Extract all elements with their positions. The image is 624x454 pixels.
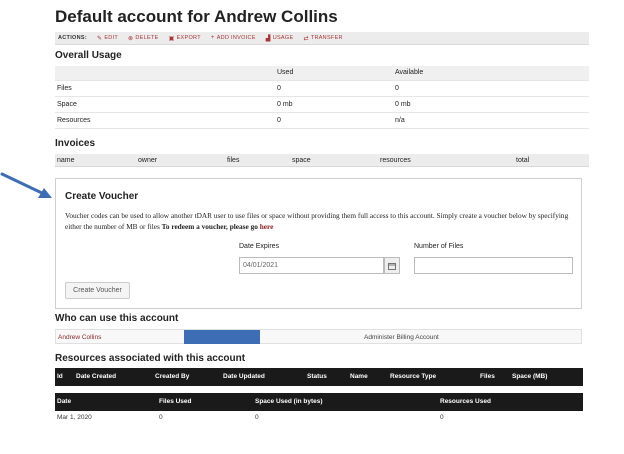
voucher-description: Voucher codes can be used to allow anoth… xyxy=(65,211,569,231)
create-voucher-panel: Create Voucher Voucher codes can be used… xyxy=(55,178,582,309)
account-user-name[interactable]: Andrew Collins xyxy=(58,334,101,341)
column-header: Created By xyxy=(155,373,190,380)
account-user-role: Administer Billing Account xyxy=(364,334,439,341)
actions-bar: ACTIONS: ✎ EDIT ⊗ DELETE ▣ EXPORT + ADD INVO… xyxy=(55,32,589,45)
column-header: Name xyxy=(350,373,368,380)
date-expires-input[interactable]: 04/01/2021 xyxy=(239,257,384,274)
account-user-row: Andrew Collins Administer Billing Accoun… xyxy=(55,329,582,344)
page-title: Default account for Andrew Collins xyxy=(55,7,338,26)
delete-icon: ⊗ xyxy=(128,35,134,42)
table-row: Mar 1, 2020 0 0 0 xyxy=(57,414,444,421)
table-row: Space 0 mb 0 mb xyxy=(55,96,589,112)
chart-icon: ▟ xyxy=(265,35,271,42)
overall-usage-table: Used Available Files 0 0 Space 0 mb 0 mb… xyxy=(55,66,589,129)
calendar-button[interactable] xyxy=(384,257,400,274)
table-row: Resources 0 n/a xyxy=(55,112,589,128)
column-header: total xyxy=(516,157,530,164)
date-expires-label: Date Expires xyxy=(239,243,280,250)
delete-action[interactable]: ⊗ DELETE xyxy=(128,35,159,42)
create-voucher-button[interactable]: Create Voucher xyxy=(65,282,130,299)
usage-action[interactable]: ▟ USAGE xyxy=(266,35,294,42)
voucher-title: Create Voucher xyxy=(65,191,139,202)
redacted-bar xyxy=(184,330,260,344)
column-header: Files xyxy=(480,373,495,380)
number-of-files-label: Number of Files xyxy=(414,243,464,250)
transfer-icon: ⇄ xyxy=(303,35,309,42)
export-icon: ▣ xyxy=(168,35,175,42)
add-invoice-action[interactable]: + ADD INVOICE xyxy=(211,35,256,41)
table-row: Files 0 0 xyxy=(55,80,589,96)
number-of-files-input[interactable] xyxy=(414,257,573,274)
edit-action[interactable]: ✎ EDIT xyxy=(97,35,118,42)
column-header: Space Used (in bytes) xyxy=(255,398,323,405)
column-header: Date Updated xyxy=(223,373,265,380)
invoices-title: Invoices xyxy=(55,138,96,149)
column-header: space xyxy=(292,157,311,164)
export-action[interactable]: ▣ EXPORT xyxy=(169,35,201,42)
column-header: Status xyxy=(307,373,327,380)
column-header: name xyxy=(57,157,75,164)
column-header xyxy=(55,66,275,80)
pointer-arrow-icon xyxy=(0,172,52,198)
column-header: Resources Used xyxy=(440,398,491,405)
table-header-row: Used Available xyxy=(55,66,589,80)
column-header: Files Used xyxy=(159,398,192,405)
pencil-icon: ✎ xyxy=(96,35,103,42)
column-header: Date Created xyxy=(76,373,117,380)
who-can-use-title: Who can use this account xyxy=(55,313,179,324)
column-header: Date xyxy=(57,398,72,405)
plus-icon: + xyxy=(210,35,215,41)
column-header: files xyxy=(227,157,240,164)
transfer-action[interactable]: ⇄ TRANSFER xyxy=(303,35,342,42)
column-header: Resource Type xyxy=(390,373,437,380)
column-header: Id xyxy=(57,373,63,380)
column-header: Used xyxy=(277,69,294,77)
column-header: Space (MB) xyxy=(512,373,548,380)
actions-label: ACTIONS: xyxy=(58,35,87,41)
resources-title: Resources associated with this account xyxy=(55,353,246,364)
calendar-icon xyxy=(388,262,396,270)
column-header: Available xyxy=(395,69,424,77)
usage-history-header: Date Files Used Space Used (in bytes) Re… xyxy=(55,393,583,411)
column-header: owner xyxy=(138,157,158,164)
column-header: resources xyxy=(380,157,411,164)
invoices-table-header: name owner files space resources total xyxy=(55,154,589,167)
overall-usage-title: Overall Usage xyxy=(55,50,122,61)
redeem-voucher-link[interactable]: here xyxy=(260,222,274,231)
resources-table-header: Id Date Created Created By Date Updated … xyxy=(55,368,583,386)
